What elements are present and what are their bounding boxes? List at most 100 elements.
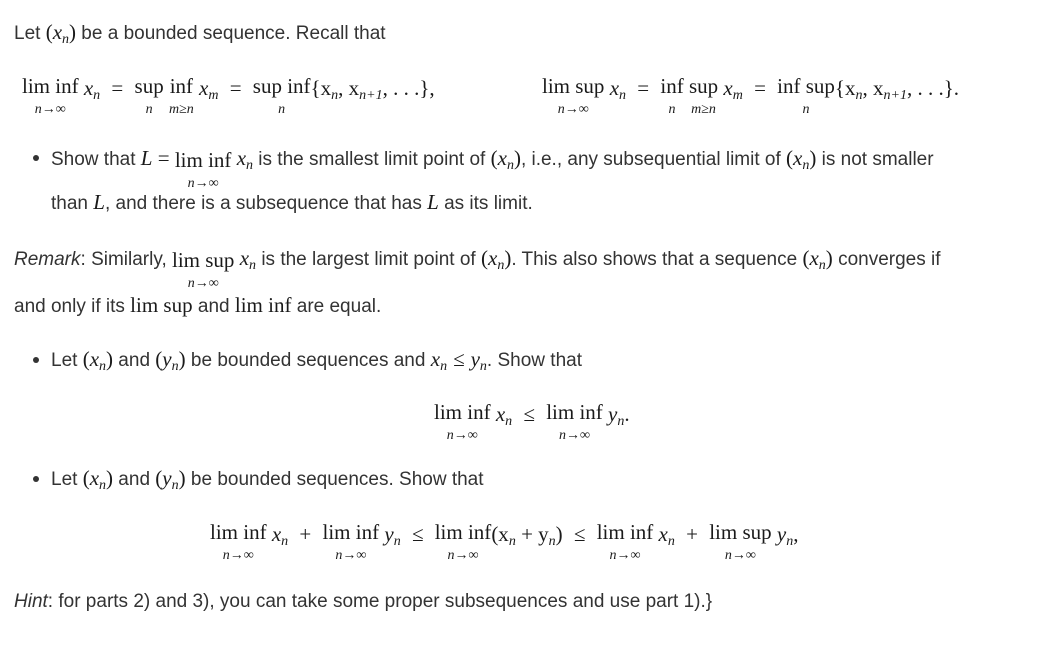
math-text: ≤: [573, 522, 586, 546]
math-text: be bounded sequences. Show that: [185, 469, 484, 490]
math-text: x: [271, 522, 282, 546]
math-text: and: [113, 469, 156, 490]
math-text: lim sup: [172, 248, 235, 272]
bullet-icon: [33, 155, 39, 161]
math-text: y: [162, 347, 172, 371]
math-text: n: [548, 534, 556, 549]
math-text: L: [93, 190, 105, 214]
math-text: (: [786, 146, 794, 170]
math-text: converges if: [832, 249, 941, 270]
math-text: =: [111, 76, 124, 100]
math-text: + y: [515, 522, 549, 546]
math-text: inf: [169, 74, 194, 98]
math-text: {x: [310, 76, 332, 100]
math-text: (xn): [786, 146, 816, 173]
item-3-line: Let (xn) and (yn) be bounded sequences. …: [51, 466, 484, 494]
math-text: x: [658, 522, 668, 546]
bullet-icon: [33, 357, 39, 363]
math-text: lim inf: [174, 148, 232, 172]
math-text: x: [430, 347, 441, 371]
math-text: m: [732, 88, 743, 103]
math-text: inf sup: [777, 74, 835, 98]
limsup-definition: lim sup n→∞ xn = inf n sup m≥n xm = inf sup…: [542, 76, 959, 117]
math-operator: lim sup n→∞: [709, 522, 771, 563]
math-text: n: [99, 478, 107, 493]
math-operator: lim sup n→∞: [172, 250, 234, 291]
math-text: (xn): [83, 347, 113, 374]
math-text: inf: [660, 74, 684, 98]
math-text: n→∞: [559, 428, 590, 443]
math-text: x: [723, 76, 733, 100]
math-text: y: [384, 522, 394, 546]
math-operator: sup n: [135, 76, 164, 117]
math-text: (yn): [155, 347, 186, 374]
math-text: (xn): [490, 146, 521, 173]
math-text: , . . .},: [382, 76, 435, 100]
math-text: n: [171, 478, 179, 493]
remark-line-2: and only if its lim sup and lim inf are …: [14, 293, 381, 318]
math-text: , x: [338, 76, 360, 100]
math-text: n: [818, 258, 826, 273]
math-text: n: [505, 414, 513, 429]
math-operator: sup inf n: [253, 76, 311, 117]
math-operator: lim inf n→∞: [597, 522, 654, 563]
remark-label: Remark: [14, 249, 81, 270]
math-text: n: [508, 534, 516, 549]
bullet-icon: [33, 476, 39, 482]
math-text: lim sup: [709, 520, 772, 544]
math-operator: lim inf n→∞: [546, 402, 603, 443]
math-text: . This also shows that a sequence: [511, 249, 803, 270]
math-text: =: [229, 76, 242, 100]
math-text: +: [686, 522, 698, 546]
math-text: .: [624, 402, 630, 426]
math-text: ): [555, 522, 563, 546]
math-text: n: [802, 102, 810, 117]
item-2-line: Let (xn) and (yn) be bounded sequences a…: [51, 347, 582, 375]
math-text: m≥n: [168, 102, 194, 117]
math-text: x: [609, 76, 620, 100]
math-text: ): [69, 20, 77, 44]
math-text: n: [171, 359, 179, 374]
math-text: n: [479, 359, 487, 374]
math-text: x: [89, 466, 100, 490]
math-text: n→∞: [222, 548, 254, 563]
item-3-display: lim inf n→∞ xn + lim inf n→∞ yn ≤ lim inf n…: [210, 522, 798, 563]
math-text: (: [82, 466, 90, 490]
math-text: x: [89, 347, 100, 371]
math-text: than: [51, 193, 94, 214]
math-text: x: [793, 146, 803, 170]
math-text: is the smallest limit point of: [253, 149, 491, 170]
hint-label: Hint: [14, 591, 48, 612]
math-text: sup inf: [252, 74, 311, 98]
math-text: (: [480, 246, 488, 270]
math-text: n: [667, 534, 675, 549]
math-operator: lim inf n→∞: [175, 150, 232, 191]
math-text: lim inf: [546, 400, 603, 424]
math-text: (: [490, 146, 498, 170]
math-text: x: [809, 246, 819, 270]
math-text: n: [249, 258, 257, 273]
math-text: is not smaller: [816, 149, 934, 170]
math-text: lim sup: [130, 293, 193, 317]
math-text: L: [427, 190, 439, 214]
math-text: lim sup: [542, 74, 605, 98]
math-text: n: [93, 88, 101, 103]
math-text: n+1: [359, 88, 383, 103]
math-text: n+1: [883, 88, 907, 103]
math-text: and only if its: [14, 296, 131, 317]
math-text: n: [440, 359, 448, 374]
math-text: ): [178, 347, 186, 371]
math-text: ≤: [523, 402, 535, 426]
math-text: (xn): [82, 466, 113, 493]
item-2-display: lim inf n→∞ xn ≤ lim inf n→∞ yn.: [434, 402, 630, 443]
math-text: n→∞: [187, 276, 219, 291]
math-text: n: [619, 88, 627, 103]
math-text: (x: [491, 522, 509, 546]
math-text: =: [152, 146, 175, 170]
lim-inf-operator: lim inf n→∞: [22, 76, 79, 117]
math-text: x: [52, 20, 63, 44]
intro-paragraph: Let (xn) be a bounded sequence. Recall t…: [14, 20, 386, 48]
math-operator: lim inf n→∞: [434, 402, 491, 443]
math-text: x: [495, 402, 506, 426]
math-text: m≥n: [691, 102, 716, 117]
